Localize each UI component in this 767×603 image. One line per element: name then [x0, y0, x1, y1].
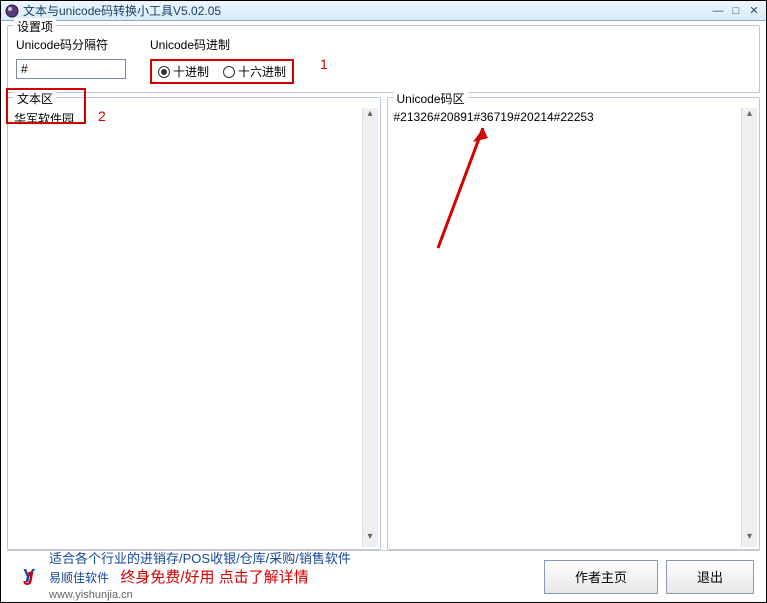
close-button[interactable]: ✕: [746, 4, 762, 18]
ad-brand: 易顺佳软件: [49, 571, 109, 585]
ad-banner[interactable]: YJ 适合各个行业的进销存/POS收银/仓库/采购/销售软件 易顺佳软件 终身免…: [13, 551, 536, 602]
text-scrollbar[interactable]: ▴ ▾: [362, 108, 378, 547]
code-pane-legend: Unicode码区: [394, 90, 468, 107]
code-scrollbar[interactable]: ▴ ▾: [741, 108, 757, 547]
text-pane: 文本区 ▴ ▾ 2: [7, 97, 381, 550]
scroll-down-icon[interactable]: ▾: [742, 531, 757, 547]
code-pane: Unicode码区 ▴ ▾: [387, 97, 761, 550]
ad-slogan: 终身免费/好用 点击了解详情: [120, 569, 308, 586]
separator-input[interactable]: [16, 59, 126, 79]
radix-label: Unicode码进制: [150, 36, 294, 53]
radio-dot-icon: [158, 66, 170, 78]
window-controls: — □ ✕: [710, 4, 762, 18]
minimize-button[interactable]: —: [710, 4, 726, 18]
ad-line1: 适合各个行业的进销存/POS收银/仓库/采购/销售软件: [49, 551, 351, 568]
scroll-down-icon[interactable]: ▾: [363, 531, 378, 547]
ad-url: www.yishunjia.cn: [49, 588, 351, 602]
radio-dot-icon: [223, 66, 235, 78]
radio-hex[interactable]: 十六进制: [223, 63, 286, 80]
radio-decimal[interactable]: 十进制: [158, 63, 209, 80]
text-input-area[interactable]: [10, 108, 362, 547]
exit-button[interactable]: 退出: [666, 560, 754, 594]
maximize-button[interactable]: □: [728, 4, 744, 18]
radio-decimal-label: 十进制: [173, 63, 209, 80]
app-icon: [5, 4, 19, 18]
footer: YJ 适合各个行业的进销存/POS收银/仓库/采购/销售软件 易顺佳软件 终身免…: [7, 550, 760, 602]
separator-label: Unicode码分隔符: [16, 36, 126, 53]
scroll-up-icon[interactable]: ▴: [742, 108, 757, 124]
radix-radio-group: 十进制 十六进制: [150, 59, 294, 84]
ad-logo-icon: YJ: [13, 559, 43, 595]
annotation-2: 2: [98, 108, 106, 124]
titlebar: 文本与unicode码转换小工具V5.02.05 — □ ✕: [1, 1, 766, 21]
settings-legend: 设置项: [14, 18, 56, 35]
annotation-box-2: [6, 88, 86, 124]
scroll-up-icon[interactable]: ▴: [363, 108, 378, 124]
annotation-1: 1: [320, 56, 328, 72]
window-title: 文本与unicode码转换小工具V5.02.05: [23, 2, 710, 19]
radio-hex-label: 十六进制: [238, 63, 286, 80]
author-homepage-button[interactable]: 作者主页: [544, 560, 658, 594]
settings-group: 设置项 Unicode码分隔符 Unicode码进制 十进制 十六进制: [7, 25, 760, 93]
code-output-area[interactable]: [390, 108, 742, 547]
